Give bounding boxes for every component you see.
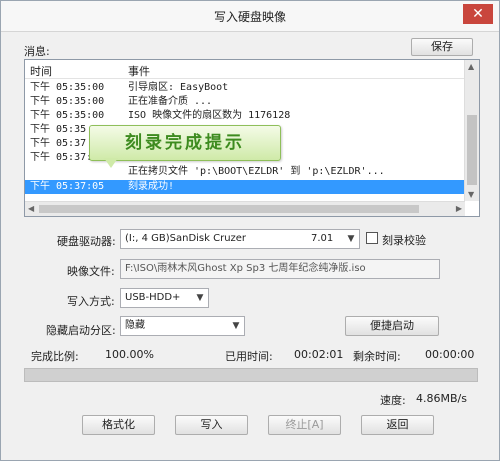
log-row-event: 正在准备介质 ... [128, 96, 213, 107]
log-row-time: 下午 05:37:05 [30, 181, 105, 192]
save-button[interactable]: 保存 [411, 38, 473, 56]
column-time[interactable]: 时间 [30, 63, 52, 79]
column-event[interactable]: 事件 [128, 63, 150, 79]
log-horizontal-scrollbar[interactable]: ◀ ▶ [25, 201, 465, 216]
burn-complete-callout: 刻录完成提示 [89, 125, 281, 168]
image-file-field[interactable]: F:\ISO\雨林木风Ghost Xp Sp3 七周年纪念纯净版.iso [120, 259, 440, 279]
stop-button[interactable]: 终止[A] [268, 415, 341, 435]
log-row-event: ISO 映像文件的扇区数为 1176128 [128, 110, 291, 121]
write-button[interactable]: 写入 [175, 415, 248, 435]
log-row-event: 刻录成功! [128, 181, 175, 192]
elapsed-value: 00:02:01 [294, 348, 344, 361]
chevron-down-icon: ▼ [347, 234, 355, 244]
write-mode-label: 写入方式: [67, 295, 115, 308]
drive-value: (I:, 4 GB)SanDisk Cruzer [125, 233, 247, 244]
scroll-up-icon[interactable]: ▲ [468, 62, 474, 71]
drive-version: 7.01 [311, 233, 334, 244]
verify-checkbox[interactable] [366, 232, 378, 244]
quick-boot-button[interactable]: 便捷启动 [345, 316, 439, 336]
scroll-right-icon[interactable]: ▶ [456, 204, 462, 213]
chevron-down-icon: ▼ [232, 321, 240, 331]
drive-label: 硬盘驱动器: [57, 235, 116, 248]
hidden-partition-label: 隐藏启动分区: [46, 324, 116, 337]
speed-label: 速度: [380, 394, 406, 407]
log-row[interactable]: 下午 05:35:00 引导扇区: EasyBoot [25, 81, 465, 95]
log-label: 消息: [24, 45, 50, 58]
log-row-event: 正在拷贝文件 'p:\BOOT\EZLDR' 到 'p:\EZLDR'... [128, 166, 385, 177]
vertical-scroll-thumb[interactable] [467, 115, 477, 185]
verify-label[interactable]: 刻录校验 [382, 232, 426, 248]
scroll-down-icon[interactable]: ▼ [468, 190, 474, 199]
log-row-event: 引导扇区: EasyBoot [128, 82, 229, 93]
percent-value: 100.00% [105, 348, 154, 361]
write-mode-value: USB-HDD+ [125, 292, 181, 303]
percent-label: 完成比例: [31, 350, 79, 363]
elapsed-label: 已用时间: [225, 350, 273, 363]
format-button[interactable]: 格式化 [82, 415, 155, 435]
hidden-partition-select[interactable]: 隐藏 ▼ [120, 316, 245, 336]
speed-value: 4.86MB/s [416, 392, 467, 405]
scroll-left-icon[interactable]: ◀ [28, 204, 34, 213]
title-bar[interactable]: 写入硬盘映像 ✕ [1, 1, 499, 32]
log-row-selected[interactable]: 下午 05:37:05 刻录成功! [25, 180, 465, 194]
callout-pointer [104, 158, 118, 168]
progress-bar-fill [25, 369, 477, 381]
hidden-partition-value: 隐藏 [125, 320, 145, 331]
log-row[interactable]: 正在拷贝文件 'p:\BOOT\EZLDR' 到 'p:\EZLDR'... [25, 165, 465, 179]
back-button[interactable]: 返回 [361, 415, 434, 435]
image-file-label: 映像文件: [67, 265, 115, 278]
close-icon[interactable]: ✕ [463, 4, 493, 24]
log-row[interactable]: 下午 05:35:00 ISO 映像文件的扇区数为 1176128 [25, 109, 465, 123]
log-header: 时间 事件 [25, 60, 465, 79]
log-row-time: 下午 05:35:00 [30, 96, 105, 107]
remaining-label: 剩余时间: [353, 350, 401, 363]
log-row-time: 下午 05:35:00 [30, 82, 105, 93]
write-disk-image-window: 写入硬盘映像 ✕ 消息: 保存 时间 事件 下午 05:35:00 引导扇区: … [0, 0, 500, 461]
drive-select[interactable]: (I:, 4 GB)SanDisk Cruzer 7.01 ▼ [120, 229, 360, 249]
callout-text: 刻录完成提示 [125, 133, 245, 153]
log-row-time: 下午 05:35 [30, 124, 87, 135]
horizontal-scroll-thumb[interactable] [39, 205, 419, 213]
log-row[interactable]: 下午 05:35:00 正在准备介质 ... [25, 95, 465, 109]
log-row-time: 下午 05:35:00 [30, 110, 105, 121]
progress-bar [24, 368, 478, 382]
log-row-time: 下午 05:37 [30, 138, 87, 149]
chevron-down-icon: ▼ [196, 293, 204, 303]
window-title: 写入硬盘映像 [213, 10, 286, 24]
log-vertical-scrollbar[interactable]: ▲ ▼ [464, 60, 479, 201]
remaining-value: 00:00:00 [425, 348, 475, 361]
write-mode-select[interactable]: USB-HDD+ ▼ [120, 288, 209, 308]
log-row-time: 下午 05:37:0 [30, 152, 99, 163]
